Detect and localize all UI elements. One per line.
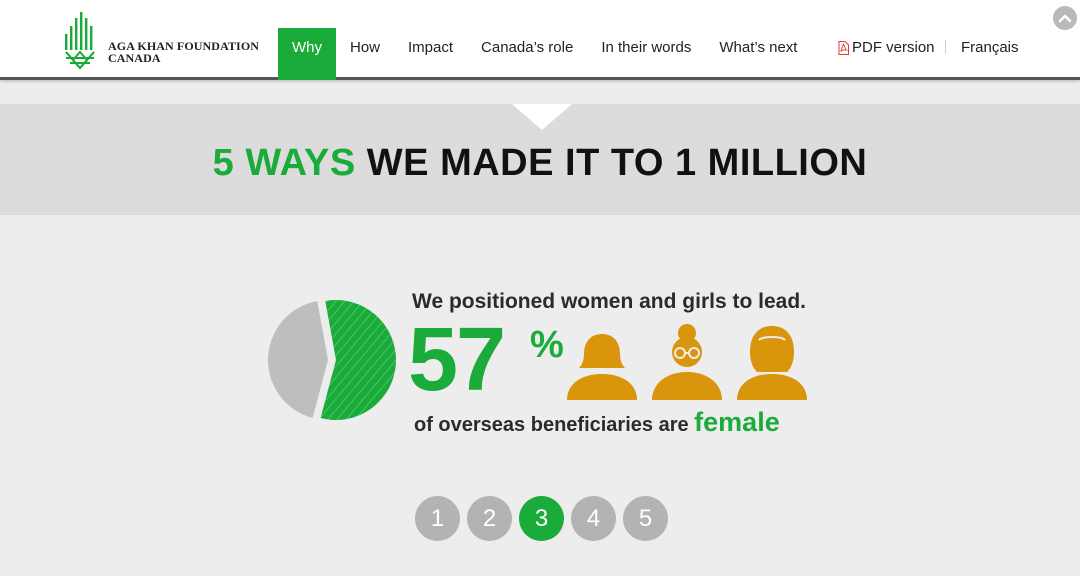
pager-dot-1[interactable]: 1: [415, 496, 460, 541]
logo-line-2: CANADA: [108, 51, 161, 65]
veiled-woman-icon: [737, 326, 807, 400]
nav-item-canadas-role[interactable]: Canada’s role: [467, 28, 587, 80]
caption-emphasis: female: [694, 407, 780, 437]
scroll-to-top-button[interactable]: [1053, 6, 1077, 30]
infographic-caption: of overseas beneficiaries are female: [414, 407, 780, 438]
stat-value: 57: [408, 310, 506, 410]
nav-item-in-their-words[interactable]: In their words: [587, 28, 705, 80]
section-title-rest: WE MADE IT TO 1 MILLION: [366, 142, 868, 184]
language-toggle[interactable]: Français: [961, 39, 1019, 56]
section-title-highlight: 5 WAYS: [212, 142, 356, 184]
slide-pager: 1 2 3 4 5: [415, 496, 668, 541]
pie-slice-female: [320, 300, 396, 420]
stat-unit: %: [530, 324, 564, 366]
pager-dot-4[interactable]: 4: [571, 496, 616, 541]
site-header: AGA KHAN FOUNDATION CANADA Why How Impac…: [0, 0, 1080, 80]
chevron-up-icon: [1058, 14, 1072, 23]
nav-item-whats-next[interactable]: What’s next: [705, 28, 811, 80]
logo-text: AGA KHAN FOUNDATION CANADA: [108, 40, 259, 64]
pdf-version-label: PDF version: [852, 39, 935, 56]
pager-dot-5[interactable]: 5: [623, 496, 668, 541]
pager-dot-3[interactable]: 3: [519, 496, 564, 541]
caption-prefix: of overseas beneficiaries are: [414, 414, 689, 436]
nav-item-how[interactable]: How: [336, 28, 394, 80]
female-share-pie-chart: [268, 300, 396, 420]
foundation-logo-icon: [65, 12, 95, 70]
girl-icon: [567, 334, 637, 400]
nav-divider: [945, 40, 946, 54]
elderly-woman-icon: [652, 324, 722, 400]
nav-item-why[interactable]: Why: [278, 28, 336, 80]
pie-slice-other: [268, 300, 328, 418]
pdf-icon: [838, 40, 849, 55]
section-title: 5 WAYS WE MADE IT TO 1 MILLION: [0, 142, 1080, 184]
logo[interactable]: AGA KHAN FOUNDATION CANADA: [64, 12, 264, 72]
nav-item-impact[interactable]: Impact: [394, 28, 467, 80]
main-nav: Why How Impact Canada’s role In their wo…: [278, 28, 811, 80]
section-notch: [512, 104, 572, 130]
pdf-version-link[interactable]: PDF version: [838, 39, 935, 56]
pager-dot-2[interactable]: 2: [467, 496, 512, 541]
